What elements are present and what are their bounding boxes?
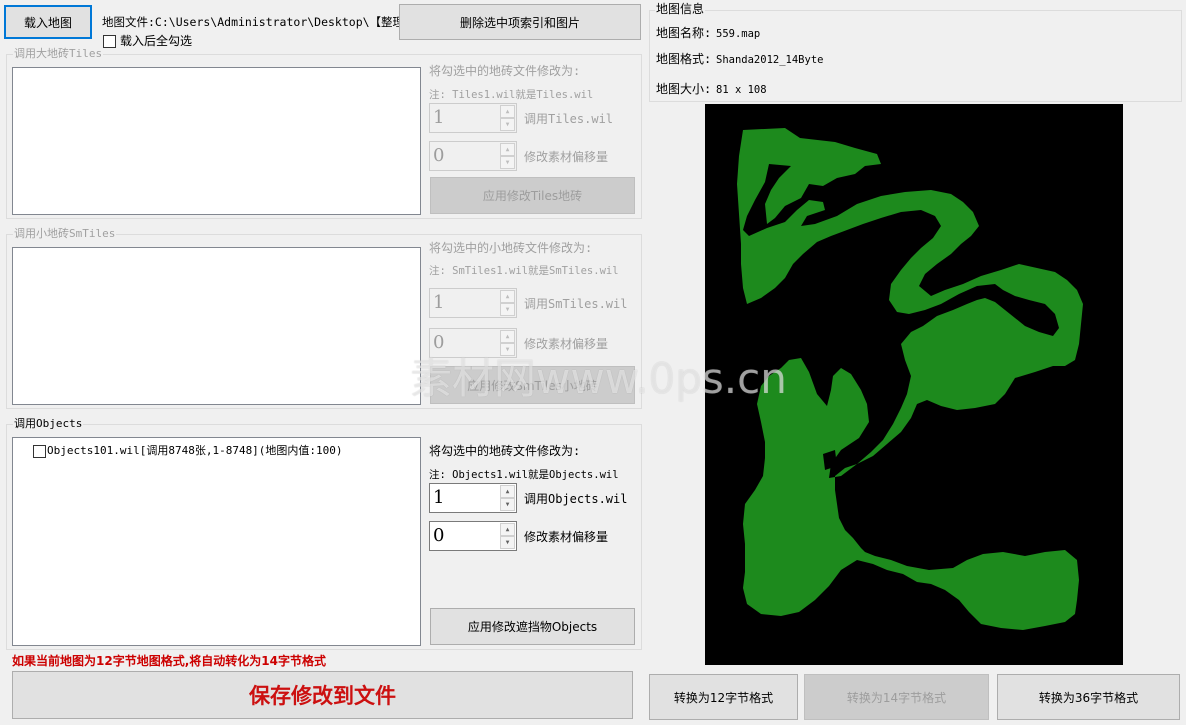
select-all-label: 载入后全勾选 xyxy=(120,34,193,48)
tiles-offset-label: 修改素材偏移量 xyxy=(524,150,609,164)
stepper-down-icon[interactable]: ▼ xyxy=(500,303,515,316)
objects-file-stepper[interactable]: 1 ▲ ▼ xyxy=(429,483,517,513)
map-preview xyxy=(705,104,1123,665)
tiles-list[interactable] xyxy=(12,67,421,215)
apply-smtiles-button[interactable]: 应用修改SmTiles小地砖 xyxy=(430,366,635,404)
stepper-up-icon[interactable]: ▲ xyxy=(500,290,515,303)
smtiles-note: 注: SmTiles1.wil就是SmTiles.wil xyxy=(429,265,619,277)
stepper-up-icon[interactable]: ▲ xyxy=(500,143,515,156)
tiles-offset-value: 0 xyxy=(433,145,445,166)
map-size-label: 地图大小: xyxy=(656,82,712,96)
smtiles-offset-stepper[interactable]: 0 ▲ ▼ xyxy=(429,328,517,358)
smtiles-file-value: 1 xyxy=(433,292,445,313)
apply-objects-button[interactable]: 应用修改遮挡物Objects xyxy=(430,608,635,645)
objects-group-title: 调用Objects xyxy=(13,417,84,431)
map-terrain xyxy=(737,128,1083,630)
objects-file-value: 1 xyxy=(433,487,445,508)
format-warning: 如果当前地图为12字节地图格式,将自动转化为14字节格式 xyxy=(12,654,326,668)
stepper-down-icon[interactable]: ▼ xyxy=(500,498,515,511)
select-all-checkbox[interactable] xyxy=(103,35,116,48)
map-file-label: 地图文件:C:\Users\Administrator\Desktop\【整理8… xyxy=(102,15,430,29)
objects-item-checkbox[interactable] xyxy=(33,445,46,458)
map-format-value: Shanda2012_14Byte xyxy=(716,54,824,66)
smtiles-file-stepper[interactable]: 1 ▲ ▼ xyxy=(429,288,517,318)
tiles-note: 注: Tiles1.wil就是Tiles.wil xyxy=(429,89,594,101)
map-size-value: 81 x 108 xyxy=(716,84,767,96)
tiles-offset-stepper[interactable]: 0 ▲ ▼ xyxy=(429,141,517,171)
objects-offset-stepper[interactable]: 0 ▲ ▼ xyxy=(429,521,517,551)
smtiles-group-title: 调用小地砖SmTiles xyxy=(13,227,117,241)
delete-selected-button[interactable]: 删除选中项索引和图片 xyxy=(399,4,641,40)
list-item[interactable]: Objects101.wil[调用8748张,1-8748](地图内值:100) xyxy=(47,444,343,458)
load-map-button[interactable]: 载入地图 xyxy=(4,5,92,39)
smtiles-offset-value: 0 xyxy=(433,332,445,353)
tiles-file-label: 调用Tiles.wil xyxy=(524,112,614,126)
map-info-title: 地图信息 xyxy=(655,2,706,16)
stepper-down-icon[interactable]: ▼ xyxy=(500,343,515,356)
objects-list[interactable]: Objects101.wil[调用8748张,1-8748](地图内值:100) xyxy=(12,437,421,646)
objects-offset-value: 0 xyxy=(433,525,445,546)
map-terrain-image xyxy=(737,128,1083,630)
smtiles-file-label: 调用SmTiles.wil xyxy=(524,297,628,311)
tiles-modify-heading: 将勾选中的地砖文件修改为: xyxy=(429,64,581,78)
objects-modify-heading: 将勾选中的地砖文件修改为: xyxy=(429,444,581,458)
objects-offset-label: 修改素材偏移量 xyxy=(524,530,609,544)
stepper-up-icon[interactable]: ▲ xyxy=(500,485,515,498)
smtiles-list[interactable] xyxy=(12,247,421,405)
stepper-down-icon[interactable]: ▼ xyxy=(500,156,515,169)
map-name-label: 地图名称: xyxy=(656,26,712,40)
stepper-down-icon[interactable]: ▼ xyxy=(500,536,515,549)
map-name-value: 559.map xyxy=(716,28,761,40)
save-to-file-button[interactable]: 保存修改到文件 xyxy=(12,671,633,719)
stepper-up-icon[interactable]: ▲ xyxy=(500,105,515,118)
smtiles-modify-heading: 将勾选中的小地砖文件修改为: xyxy=(429,241,593,255)
tiles-file-value: 1 xyxy=(433,107,445,128)
objects-note: 注: Objects1.wil就是Objects.wil xyxy=(429,469,619,481)
convert-14-byte-button[interactable]: 转换为14字节格式 xyxy=(804,674,989,720)
objects-file-label: 调用Objects.wil xyxy=(524,492,628,506)
stepper-down-icon[interactable]: ▼ xyxy=(500,118,515,131)
tiles-group-title: 调用大地砖Tiles xyxy=(13,47,104,61)
map-terrain-hole xyxy=(771,302,809,334)
convert-12-byte-button[interactable]: 转换为12字节格式 xyxy=(649,674,798,720)
stepper-up-icon[interactable]: ▲ xyxy=(500,330,515,343)
convert-36-byte-button[interactable]: 转换为36字节格式 xyxy=(997,674,1180,720)
tiles-file-stepper[interactable]: 1 ▲ ▼ xyxy=(429,103,517,133)
map-format-label: 地图格式: xyxy=(656,52,712,66)
smtiles-offset-label: 修改素材偏移量 xyxy=(524,337,609,351)
apply-tiles-button[interactable]: 应用修改Tiles地砖 xyxy=(430,177,635,214)
stepper-up-icon[interactable]: ▲ xyxy=(500,523,515,536)
